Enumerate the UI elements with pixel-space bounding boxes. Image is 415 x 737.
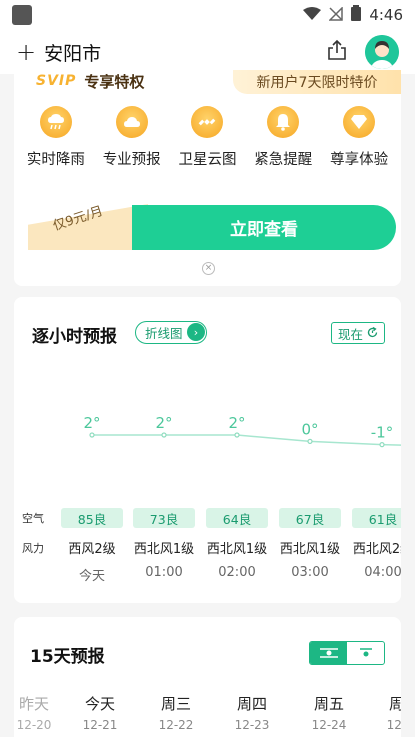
app-header: + 安阳市 <box>0 30 415 74</box>
feature-vip-experience[interactable]: 尊享体验 <box>323 106 395 169</box>
day-date: 12-20 <box>16 718 52 732</box>
day-item[interactable]: 昨天 12-20 <box>14 693 64 732</box>
new-user-badge: 新用户7天限时特价 <box>233 70 401 94</box>
feature-realtime-rain[interactable]: 实时降雨 <box>20 106 92 169</box>
share-icon[interactable] <box>327 39 347 65</box>
bell-icon <box>267 106 300 138</box>
temperature-label: 0° <box>301 420 318 438</box>
feature-label: 紧急提醒 <box>254 152 313 168</box>
chevron-right-icon: › <box>187 323 205 341</box>
add-city-button[interactable]: + <box>16 40 36 64</box>
line-chart-toggle[interactable]: 折线图 › <box>135 321 207 344</box>
battery-icon <box>351 5 362 25</box>
hour-label: 02:00 <box>218 565 256 580</box>
day-date: 12-25 <box>386 718 401 732</box>
day-item[interactable]: 周六 12-25 <box>374 693 401 732</box>
day-item[interactable]: 周三 12-22 <box>146 693 206 732</box>
temperature-point <box>161 432 167 438</box>
day-name: 周四 <box>236 695 267 713</box>
temperature-point <box>307 438 313 445</box>
no-signal-icon <box>328 5 344 25</box>
view-now-button[interactable]: 立即查看 <box>132 205 396 250</box>
temperature-line-chart: 2° 2° 2° 0° -1° <box>83 414 401 448</box>
feature-satellite[interactable]: 卫星云图 <box>171 106 243 169</box>
day-name: 昨天 <box>18 695 49 713</box>
feature-label: 专业预报 <box>102 152 161 168</box>
hourly-forecast-card: 逐小时预报 折线图 › 现在 2° 2° 2° 0° -1° 空气 风力 85良 73良… <box>14 297 401 603</box>
aqi-badge: 64良 <box>206 508 268 528</box>
temperature-line <box>92 434 401 446</box>
day-item[interactable]: 周五 12-24 <box>299 693 359 732</box>
notification-icon <box>12 5 32 25</box>
chart-view-segment[interactable] <box>347 642 384 664</box>
list-view-segment[interactable] <box>310 642 347 664</box>
aqi-badge: 73良 <box>133 508 195 528</box>
fifteen-day-card: 15天预报 昨天 12-20 今天 12-21 周三 12-22 周四 12-2… <box>14 617 401 737</box>
svip-logo: SVIP <box>36 73 77 89</box>
feature-label: 卫星云图 <box>178 152 237 168</box>
day-name: 周五 <box>313 695 344 713</box>
day-item[interactable]: 周四 12-23 <box>222 693 282 732</box>
hourly-title: 逐小时预报 <box>32 327 117 347</box>
city-name[interactable]: 安阳市 <box>44 39 101 66</box>
day-name: 今天 <box>84 695 115 713</box>
status-bar: 4:46 <box>0 0 415 30</box>
chart-view-icon <box>357 644 375 663</box>
diamond-icon <box>343 106 376 138</box>
temperature-label: 2° <box>228 414 245 432</box>
day-item[interactable]: 今天 12-21 <box>70 693 130 732</box>
temperature-point <box>234 432 240 438</box>
hour-label: 03:00 <box>291 565 329 580</box>
feature-pro-forecast[interactable]: 专业预报 <box>96 106 168 169</box>
status-time: 4:46 <box>369 6 403 24</box>
aqi-badge: 61良 <box>352 508 401 528</box>
hour-label: 01:00 <box>145 565 183 580</box>
temperature-label: 2° <box>155 414 172 432</box>
feature-alert[interactable]: 紧急提醒 <box>247 106 319 169</box>
svip-card: SVIP 专享特权 新用户7天限时特价 实时降雨 专业预报 卫星云图 紧急提醒 … <box>14 70 401 286</box>
close-ad-icon[interactable]: × <box>202 262 215 275</box>
wind-value: 西风2级 <box>68 542 116 557</box>
wind-label: 风力 <box>22 542 44 555</box>
wind-value: 西北风1级 <box>133 542 195 557</box>
now-button[interactable]: 现在 <box>331 322 385 344</box>
user-avatar[interactable] <box>365 35 399 69</box>
temperature-point <box>89 432 95 438</box>
temperature-label: 2° <box>83 414 100 432</box>
line-chart-toggle-label: 折线图 <box>145 326 183 341</box>
day-date: 12-23 <box>234 718 270 732</box>
day-name: 周六 <box>388 695 401 713</box>
air-quality-label: 空气 <box>22 512 44 525</box>
temperature-label: -1° <box>371 424 393 442</box>
feature-label: 尊享体验 <box>330 152 389 168</box>
feature-label: 实时降雨 <box>26 152 85 168</box>
wind-value: 西北风1级 <box>206 542 268 557</box>
day-date: 12-21 <box>82 718 118 732</box>
day-date: 12-24 <box>311 718 347 732</box>
day-date: 12-22 <box>158 718 194 732</box>
wind-value: 西北风1级 <box>279 542 341 557</box>
promo-row: 仅9元/月 立即查看 <box>28 204 396 250</box>
cloud-icon <box>115 106 148 138</box>
temperature-point <box>379 441 385 448</box>
svip-title: 专享特权 <box>84 72 145 91</box>
feature-list: 实时降雨 专业预报 卫星云图 紧急提醒 尊享体验 <box>14 106 401 169</box>
hour-label: 04:00 <box>364 565 401 580</box>
rain-cloud-icon <box>39 106 72 138</box>
wind-value: 西北风2级 <box>352 542 401 557</box>
satellite-icon <box>191 106 224 138</box>
refresh-icon <box>367 326 378 341</box>
list-view-icon <box>319 644 338 663</box>
now-button-label: 现在 <box>337 326 363 342</box>
wifi-icon <box>303 6 322 25</box>
view-mode-toggle[interactable] <box>309 641 385 665</box>
aqi-badge: 85良 <box>61 508 123 528</box>
aqi-badge: 67良 <box>279 508 341 528</box>
fifteen-day-title: 15天预报 <box>30 647 105 667</box>
hour-label: 今天 <box>78 569 105 584</box>
day-name: 周三 <box>160 695 191 713</box>
